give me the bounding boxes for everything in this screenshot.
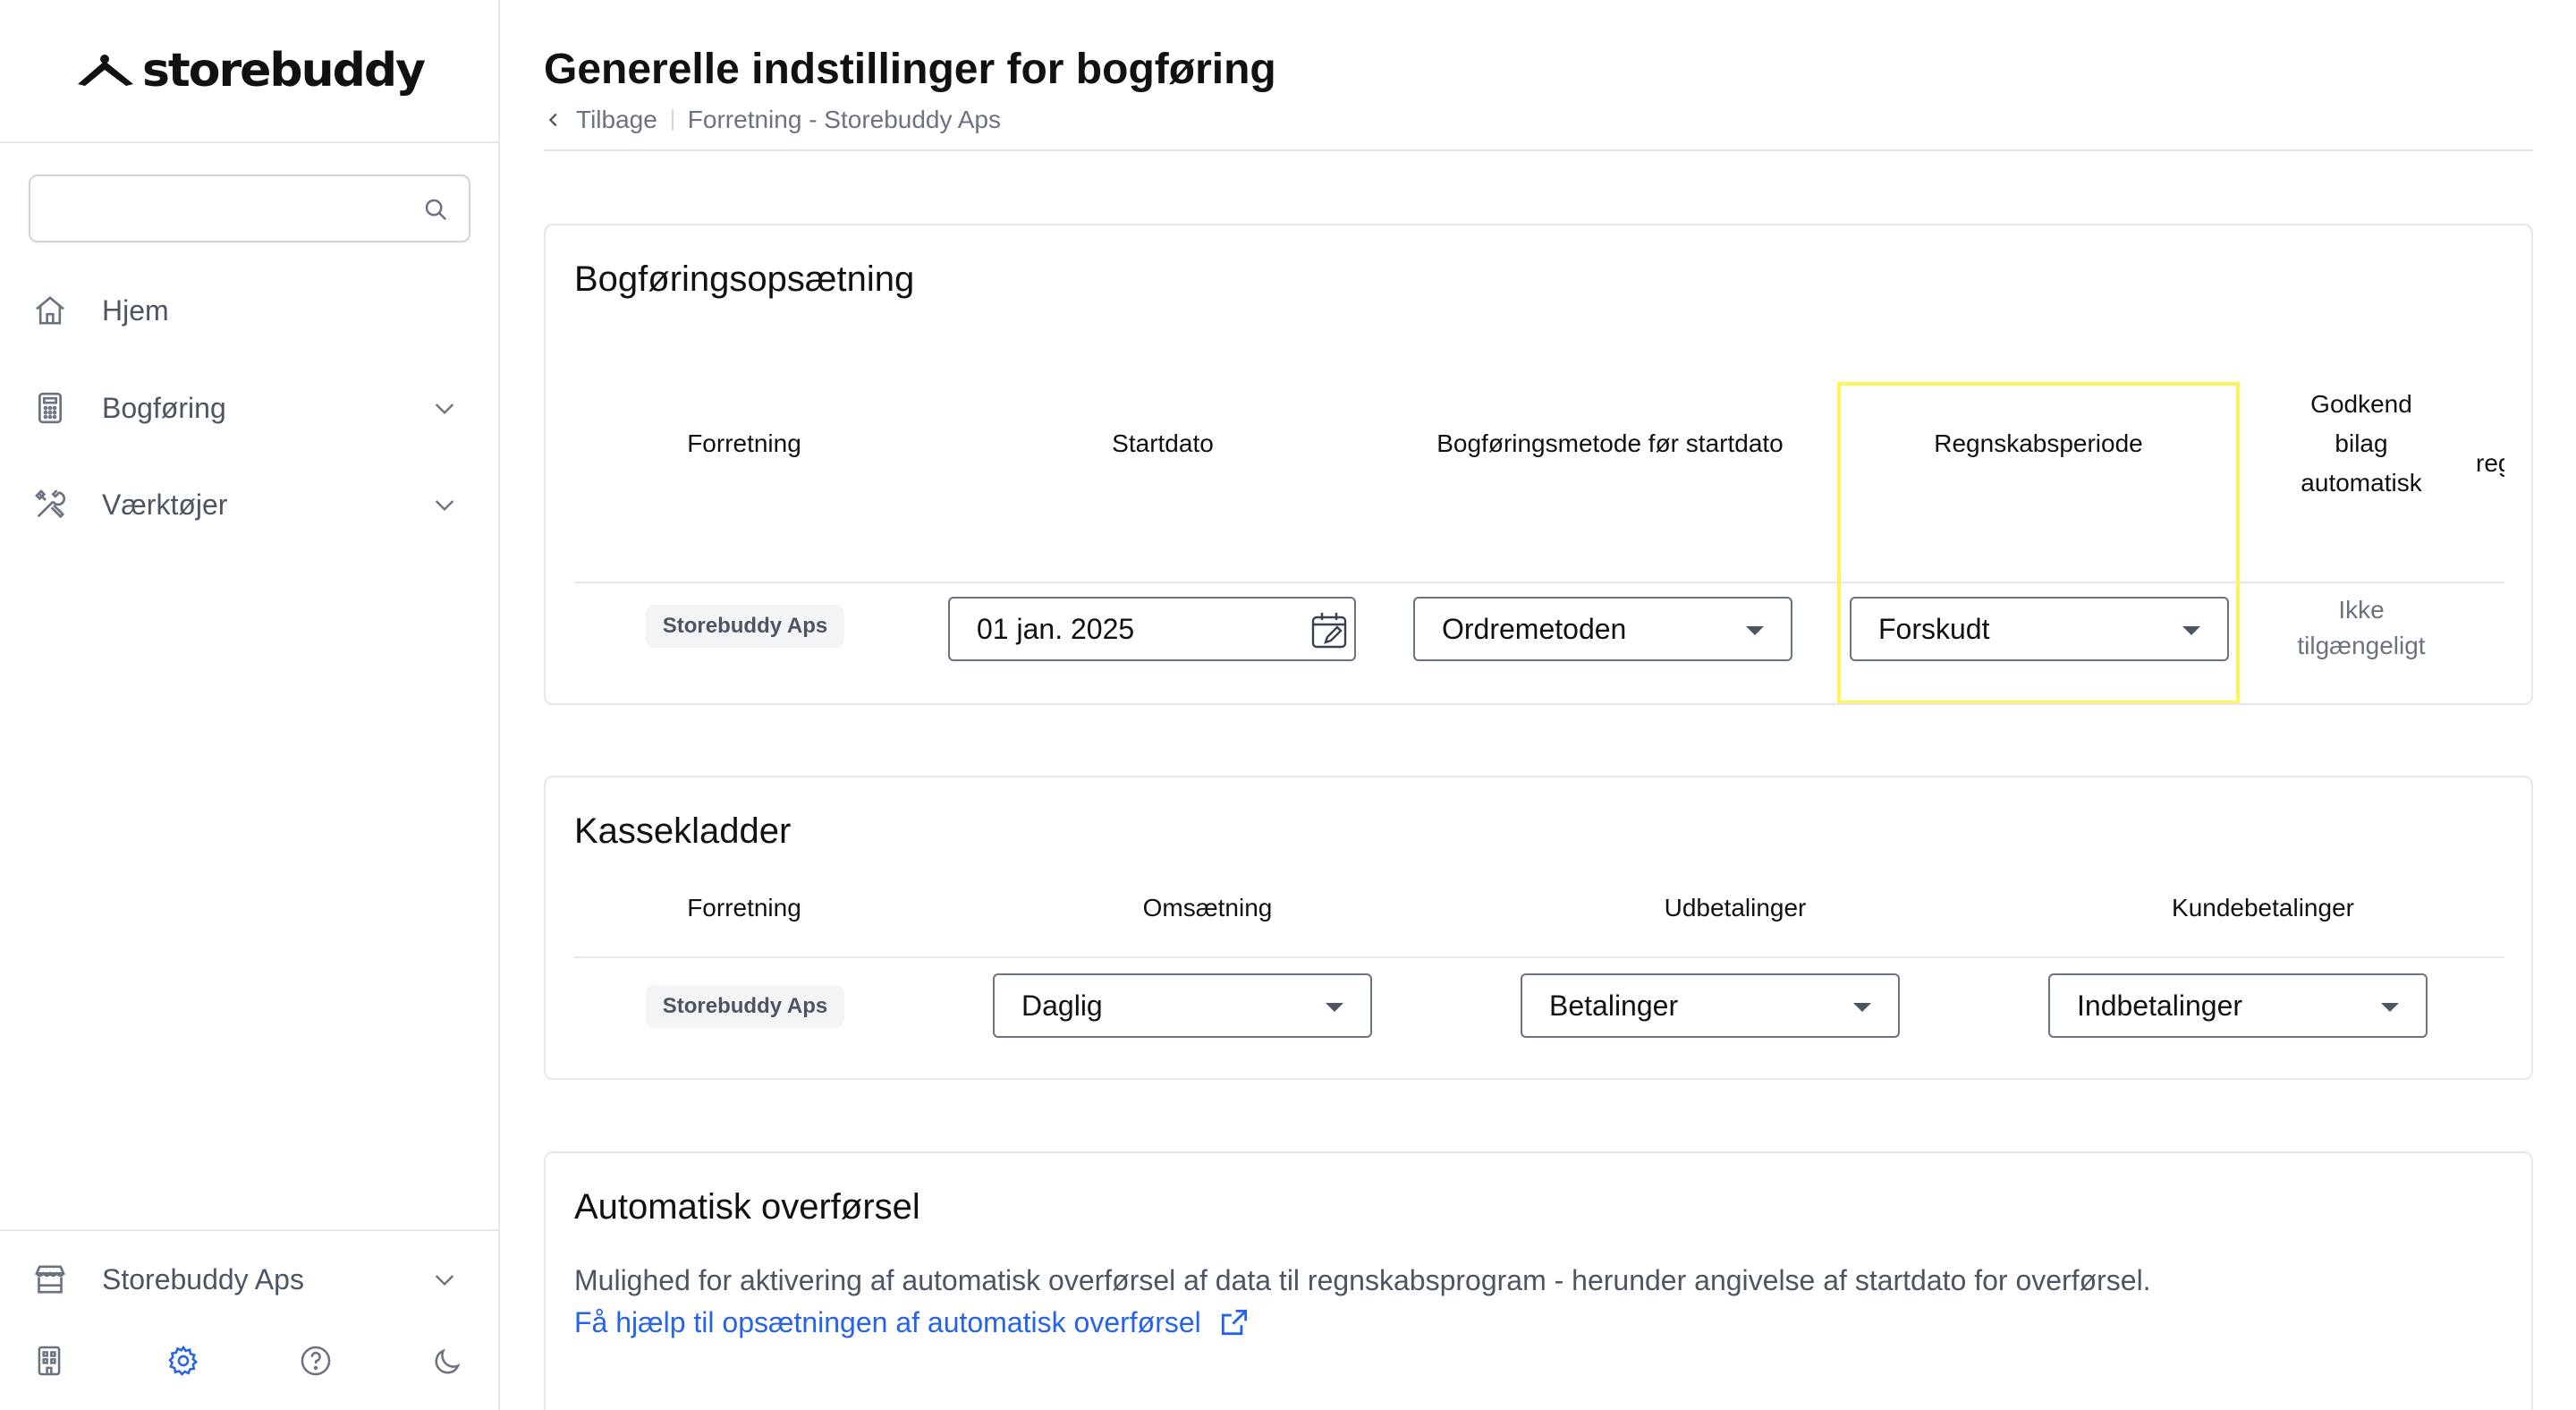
help-link-label: Få hjælp til opsætningen af automatisk o… [574,1305,1201,1338]
store-icon [34,1265,66,1294]
help-icon[interactable] [299,1344,333,1378]
start-date-input[interactable]: 01 jan. 2025 [948,597,1356,661]
card-title: Automatisk overførsel [574,1187,920,1227]
breadcrumb-separator [671,109,674,131]
tools-icon [35,489,66,519]
back-link[interactable]: Tilbage [576,106,657,134]
sidebar-item-label: Bogføring [102,391,226,424]
column-header-customer-payments: Kundebetalinger [2172,894,2354,922]
external-link-icon [1221,1309,1247,1336]
calculator-icon [38,392,62,424]
chevron-down-icon [435,1275,454,1287]
business-badge: Storebuddy Aps [646,605,844,648]
column-header-payouts: Udbetalinger [1664,894,1807,922]
business-switcher-label: Storebuddy Aps [102,1262,304,1295]
chevron-left-icon[interactable] [544,110,564,130]
revenue-select[interactable]: Daglig [993,973,1372,1038]
sidebar-item-hjem[interactable]: Hjem [0,275,498,346]
search-input[interactable] [29,174,470,242]
row-divider [574,956,2504,958]
column-header-approve-line1: Godkend [2310,390,2412,418]
payouts-select-value: Betalinger [1549,989,1679,1022]
period-select-value: Forskudt [1878,612,1990,645]
storebuddy-logo-icon [77,55,133,86]
method-select-value: Ordremetoden [1442,612,1627,645]
card-title: Bogføringsopsætning [574,259,915,299]
calendar-edit-icon[interactable] [1309,609,1352,652]
column-header-business: Forretning [687,894,801,922]
sidebar-item-label: Værktøjer [102,488,228,521]
moon-icon[interactable] [431,1344,465,1378]
auto-transfer-card: Automatisk overførsel Mulighed for aktiv… [544,1151,2533,1410]
home-icon [36,296,64,325]
sidebar-item-vaerktojer[interactable]: Værktøjer [0,469,498,540]
revenue-select-value: Daglig [1021,989,1103,1022]
caret-down-icon [1746,626,1764,635]
sidebar: storebuddy Hjem Bogføring Værktøjer Stor… [0,0,500,1410]
sidebar-item-bogforing[interactable]: Bogføring [0,372,498,444]
caret-down-icon [1853,1003,1871,1012]
customer-payments-select[interactable]: Indbetalinger [2048,973,2428,1038]
caret-down-icon [1326,1003,1343,1012]
column-header-approve-line3: automatisk [2301,469,2422,497]
approve-status-line1: Ikke [2338,596,2385,624]
business-switcher[interactable]: Storebuddy Aps [0,1244,498,1315]
period-select[interactable]: Forskudt [1850,597,2229,661]
column-header-period: Regnskabsperiode [1934,429,2143,457]
auto-transfer-description: Mulighed for aktivering af automatisk ov… [574,1264,2151,1296]
building-icon[interactable] [32,1344,66,1378]
start-date-value: 01 jan. 2025 [977,612,1135,645]
column-header-cut-off: reg [2476,449,2504,477]
brand-logo[interactable]: storebuddy [0,0,498,143]
breadcrumb-current: Forretning - Storebuddy Aps [687,106,1001,133]
approve-status-line2: tilgængeligt [2297,632,2426,659]
column-header-method: Bogføringsmetode før startdato [1436,429,1784,457]
page-title: Generelle indstillinger for bogføring [544,46,1276,93]
card-title: Kassekladder [574,811,792,851]
caret-down-icon [2381,1003,2399,1012]
method-select[interactable]: Ordremetoden [1413,597,1792,661]
brand-name: storebuddy [141,44,426,98]
help-link[interactable]: Få hjælp til opsætningen af automatisk o… [574,1305,1251,1339]
cash-journals-card: Kassekladder Forretning Omsætning Udbeta… [544,776,2533,1080]
gear-icon[interactable] [166,1344,200,1378]
business-badge: Storebuddy Aps [646,985,844,1028]
divider [544,149,2533,151]
search-icon [425,199,447,221]
column-header-business: Forretning [687,429,801,457]
bookkeeping-setup-card: Bogføringsopsætning Forretning Startdato… [544,224,2533,705]
chevron-down-icon [435,403,454,415]
chevron-down-icon [435,500,454,512]
column-header-approve-line2: bilag [2334,429,2388,457]
caret-down-icon [2182,626,2200,635]
payouts-select[interactable]: Betalinger [1521,973,1900,1038]
sidebar-item-label: Hjem [102,293,169,327]
customer-payments-select-value: Indbetalinger [2077,989,2243,1022]
column-header-start-date: Startdato [1112,429,1214,457]
row-divider [574,582,2504,583]
column-header-revenue: Omsætning [1142,894,1273,922]
breadcrumb: Tilbage Forretning - Storebuddy Aps [544,104,1001,136]
